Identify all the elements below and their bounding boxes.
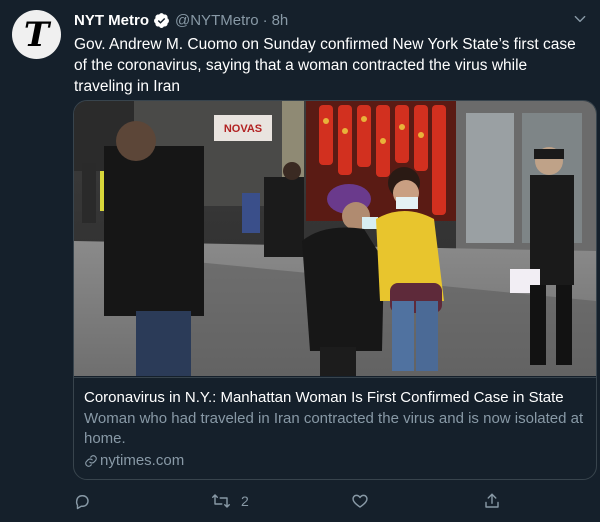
card-domain[interactable]: nytimes.com [84,451,584,471]
author-handle[interactable]: @NYTMetro [175,12,259,29]
tweet-actions: 2 [73,490,499,512]
heart-icon [351,492,369,510]
author-name[interactable]: NYT Metro [74,12,149,29]
share-icon [483,492,501,510]
link-icon [84,454,98,468]
reply-icon [73,492,91,510]
share-button[interactable] [483,490,501,512]
reply-button[interactable] [73,490,91,512]
separator-dot: · [262,11,268,29]
card-description: Woman who had traveled in Iran contracte… [84,410,584,447]
tweet-text: Gov. Andrew M. Cuomo on Sunday confirmed… [74,36,576,95]
more-options-chevron-down-icon[interactable] [570,9,590,29]
tweet[interactable]: T NYT Metro @NYTMetro · 8h Gov. Andrew M… [0,0,600,522]
verified-badge-icon [153,12,170,29]
tweet-timestamp[interactable]: 8h [272,12,289,29]
retweet-button[interactable]: 2 [211,490,249,512]
avatar[interactable]: T [12,10,61,59]
like-button[interactable] [351,490,369,512]
nyt-logo-letter: T [23,14,50,55]
store-sign-text: NOVAS [224,123,262,135]
retweet-count: 2 [241,493,249,509]
tweet-header: NYT Metro @NYTMetro · 8h [74,9,560,31]
link-card[interactable]: NOVAS Coronavirus in N.Y.: Manhattan Wom… [73,100,597,480]
card-domain-text: nytimes.com [100,452,185,469]
card-title[interactable]: Coronavirus in N.Y.: Manhattan Woman Is … [84,388,584,408]
card-text[interactable]: Coronavirus in N.Y.: Manhattan Woman Is … [74,377,596,479]
card-photo-street-scene[interactable]: NOVAS [74,101,596,376]
retweet-icon [211,492,231,510]
